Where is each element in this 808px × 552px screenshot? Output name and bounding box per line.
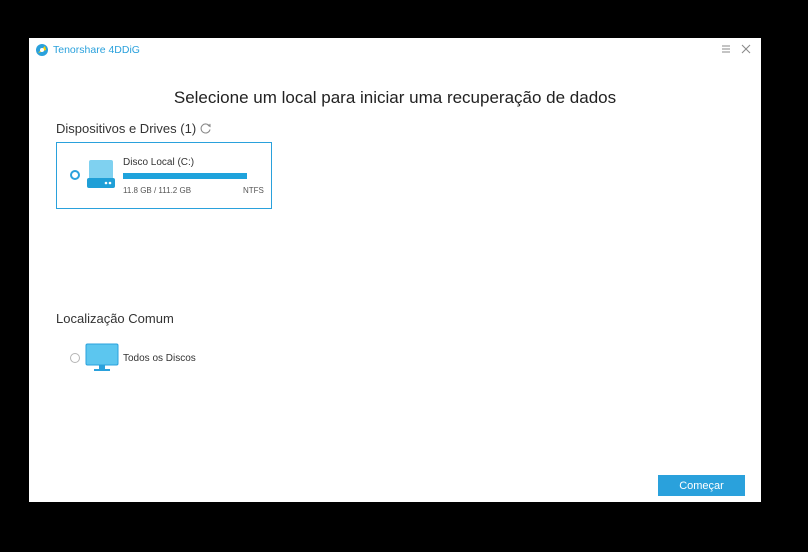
- refresh-icon[interactable]: [199, 122, 212, 135]
- page-heading: Selecione um local para iniciar uma recu…: [173, 88, 617, 107]
- drive-name: Disco Local (C:): [123, 157, 195, 168]
- location-item-all-disks[interactable]: Todos os Discos: [69, 343, 209, 375]
- monitor-icon: [85, 343, 119, 371]
- drive-size: 11.8 GB / 111.2 GB: [123, 186, 192, 195]
- drive-radio-button[interactable]: [70, 170, 80, 180]
- title-bar: Tenorshare 4DDiG: [29, 38, 761, 62]
- location-radio-button[interactable]: [70, 353, 80, 363]
- start-button[interactable]: Começar: [658, 475, 745, 496]
- location-label: Todos os Discos: [123, 353, 196, 364]
- drive-usage-fill: [123, 173, 247, 179]
- app-title: Tenorshare 4DDiG: [53, 44, 140, 56]
- drive-filesystem: NTFS: [243, 186, 264, 195]
- common-section-title: Localização Comum: [56, 311, 174, 326]
- hard-drive-icon: [87, 160, 115, 188]
- 4ddig-logo-icon: [36, 44, 48, 56]
- drive-usage-bar: [123, 173, 247, 179]
- app-window: Tenorshare 4DDiG Selecione um local para…: [29, 38, 761, 502]
- close-icon[interactable]: [739, 42, 753, 56]
- drive-card-c[interactable]: Disco Local (C:) 11.8 GB / 111.2 GB NTFS: [56, 142, 272, 209]
- devices-section-title: Dispositivos e Drives (1): [56, 121, 197, 136]
- hamburger-menu-icon[interactable]: [719, 42, 733, 56]
